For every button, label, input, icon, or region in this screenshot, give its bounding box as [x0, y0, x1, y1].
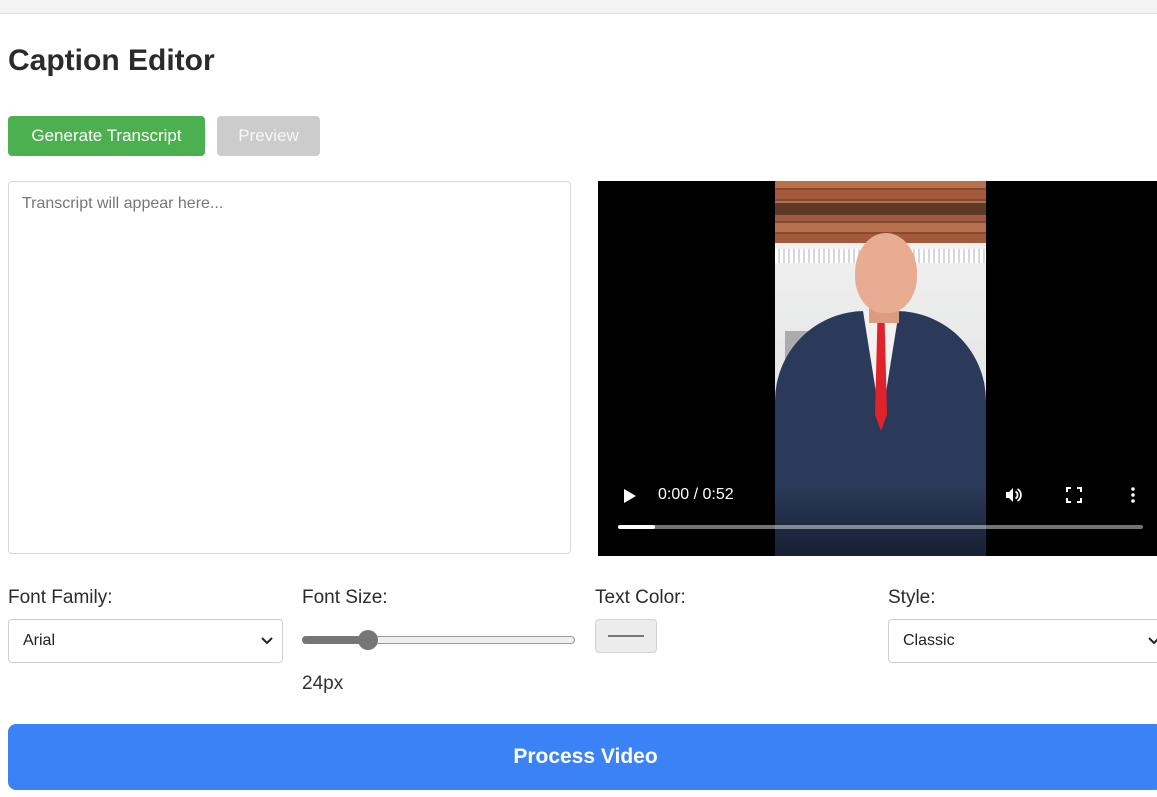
style-label: Style:	[888, 587, 936, 608]
preview-button[interactable]: Preview	[217, 116, 320, 156]
font-size-slider[interactable]	[302, 630, 575, 650]
transcript-textarea[interactable]	[8, 181, 571, 554]
volume-icon[interactable]	[1004, 486, 1022, 504]
font-size-label: Font Size:	[302, 587, 388, 608]
text-color-label: Text Color:	[595, 587, 686, 608]
style-select[interactable]: Classic	[888, 619, 1157, 663]
chevron-down-icon	[261, 637, 273, 645]
video-player[interactable]: 0:00 / 0:52	[598, 181, 1157, 556]
font-size-value: 24px	[302, 673, 344, 694]
process-video-button[interactable]: Process Video	[8, 724, 1157, 790]
text-color-picker[interactable]	[595, 619, 657, 653]
chevron-down-icon	[1148, 637, 1157, 645]
video-progress-fill	[618, 525, 655, 529]
color-swatch	[608, 635, 644, 637]
wood-beam	[775, 203, 986, 215]
more-options-icon[interactable]	[1124, 486, 1142, 504]
fullscreen-icon[interactable]	[1065, 486, 1083, 504]
video-progress-bar[interactable]	[618, 525, 1143, 529]
font-family-value: Arial	[23, 632, 56, 649]
head	[855, 233, 917, 313]
style-value: Classic	[903, 632, 955, 649]
browser-top-strip	[0, 0, 1157, 14]
play-icon[interactable]	[624, 489, 636, 503]
font-family-select[interactable]: Arial	[8, 619, 283, 663]
font-family-label: Font Family:	[8, 587, 113, 608]
video-time: 0:00 / 0:52	[658, 486, 734, 503]
slider-thumb[interactable]	[358, 630, 378, 650]
page-title: Caption Editor	[8, 44, 215, 77]
generate-transcript-button[interactable]: Generate Transcript	[8, 116, 205, 156]
